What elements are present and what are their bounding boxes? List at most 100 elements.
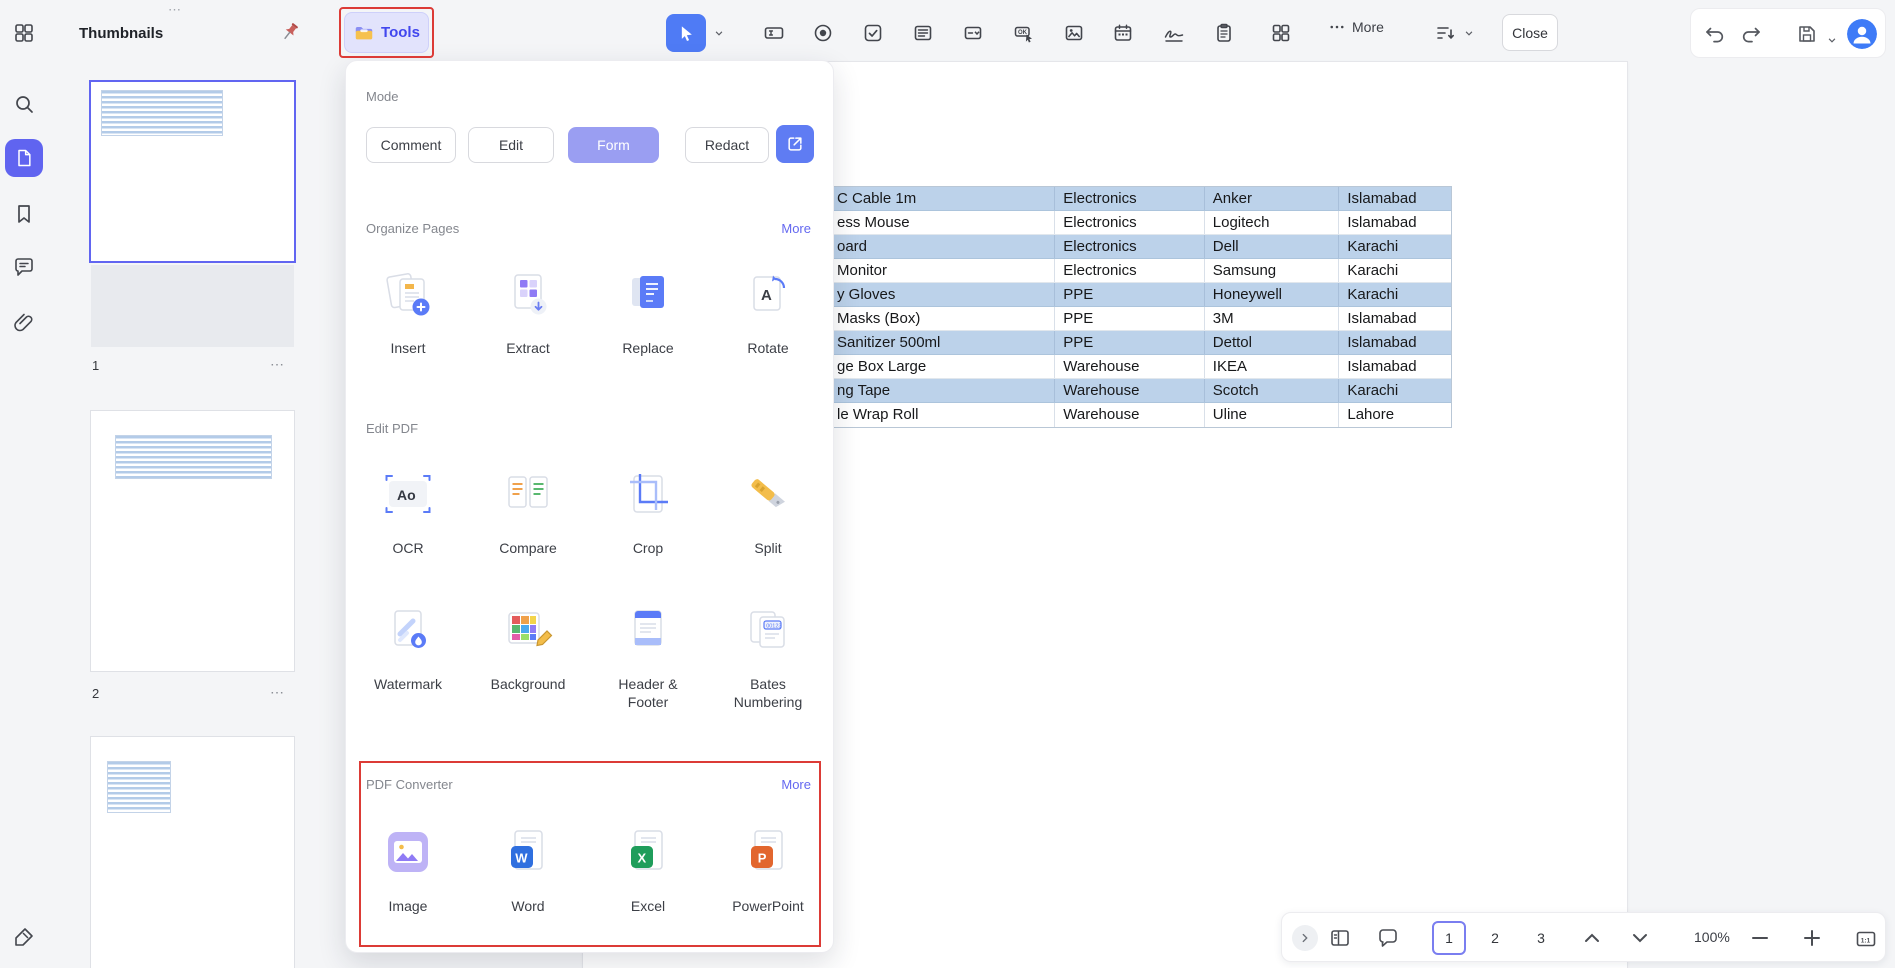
tool-convert-excel[interactable]: X Excel: [588, 824, 708, 916]
more-label: More: [1352, 19, 1384, 35]
extract-icon: [514, 274, 547, 315]
reading-view-icon[interactable]: [1328, 926, 1352, 950]
pdf-converter-title: PDF Converter: [366, 777, 453, 792]
converter-more-link[interactable]: More: [781, 777, 811, 792]
table-cell: Electronics: [1055, 211, 1205, 234]
tool-convert-powerpoint[interactable]: P PowerPoint: [708, 824, 828, 916]
checkbox-icon[interactable]: [861, 21, 885, 45]
page-thumbnail-3[interactable]: [91, 737, 294, 968]
tool-replace[interactable]: Replace: [588, 266, 708, 358]
replace-icon: [632, 276, 664, 308]
table-cell: Warehouse: [1055, 379, 1205, 402]
save-icon[interactable]: [1795, 22, 1819, 46]
date-field-icon[interactable]: [1111, 21, 1135, 45]
comment-bubble-icon[interactable]: [1376, 926, 1400, 950]
close-button[interactable]: Close: [1502, 14, 1558, 51]
text-field-icon[interactable]: [762, 21, 786, 45]
cursor-icon: [681, 26, 692, 41]
table-cell: Anker: [1205, 187, 1340, 210]
rotate-icon: A: [753, 275, 786, 311]
tool-background[interactable]: Background: [468, 602, 588, 711]
table-cell: Warehouse: [1055, 355, 1205, 378]
zoom-in-icon[interactable]: [1800, 926, 1824, 950]
page-button-1[interactable]: 1: [1432, 921, 1466, 955]
table-cell: Logitech: [1205, 211, 1340, 234]
pin-icon[interactable]: [278, 20, 302, 44]
select-tool-chevron-icon[interactable]: [712, 21, 726, 45]
expand-bar-button[interactable]: [1292, 925, 1318, 951]
svg-text:X: X: [638, 851, 647, 866]
mode-form-button[interactable]: Form: [568, 127, 659, 163]
list-box-icon[interactable]: [911, 21, 935, 45]
page-number-1: 1: [92, 358, 100, 373]
tool-extract[interactable]: Extract: [468, 266, 588, 358]
tool-bates-numbering[interactable]: 00123 Bates Numbering: [708, 602, 828, 711]
insert-icon: [386, 273, 430, 316]
mode-edit-button[interactable]: Edit: [468, 127, 554, 163]
ocr-icon: Ao: [385, 475, 431, 513]
combo-box-icon[interactable]: [961, 21, 985, 45]
bookmark-icon[interactable]: [12, 202, 36, 226]
page-2-menu-icon[interactable]: ⋯: [270, 684, 285, 701]
radio-button-icon[interactable]: [811, 21, 835, 45]
zoom-level[interactable]: 100%: [1694, 929, 1730, 945]
tool-convert-image[interactable]: Image: [348, 824, 468, 916]
previous-page-icon[interactable]: [1580, 926, 1604, 950]
grid-fields-icon[interactable]: [1269, 21, 1293, 45]
organize-more-link[interactable]: More: [781, 221, 811, 236]
mode-redact-button[interactable]: Redact: [685, 127, 769, 163]
edit-pdf-grid-row-2: Watermark Background Header & Footer 001…: [348, 602, 834, 711]
next-page-icon[interactable]: [1628, 926, 1652, 950]
thumbnails-panel: ⋯ Thumbnails 1 ⋯ 2 ⋯: [48, 0, 315, 968]
tool-rotate[interactable]: A Rotate: [708, 266, 828, 358]
tool-watermark[interactable]: Watermark: [348, 602, 468, 711]
comments-icon[interactable]: [12, 255, 36, 279]
clipboard-icon[interactable]: [1212, 21, 1236, 45]
tool-ocr[interactable]: Ao OCR: [348, 466, 468, 558]
save-chevron-icon[interactable]: [1825, 28, 1839, 52]
select-tool-button[interactable]: [666, 14, 706, 52]
undo-icon[interactable]: [1703, 22, 1727, 46]
chevron-right-icon: [1302, 933, 1308, 943]
pen-tool-icon[interactable]: [12, 925, 36, 949]
tool-insert[interactable]: Insert: [348, 266, 468, 358]
header-footer-icon: [634, 610, 662, 646]
search-icon[interactable]: [12, 92, 36, 116]
page-1-menu-icon[interactable]: ⋯: [270, 356, 285, 373]
sort-fields-icon[interactable]: [1434, 21, 1458, 45]
table-cell: Karachi: [1347, 238, 1399, 255]
sidebar-item-pages[interactable]: [5, 139, 43, 177]
actual-size-icon[interactable]: 1:1: [1854, 927, 1878, 951]
push-button-icon[interactable]: OK: [1012, 21, 1036, 45]
page-button-3[interactable]: 3: [1524, 921, 1558, 955]
page-button-2[interactable]: 2: [1478, 921, 1512, 955]
table-cell: 3M: [1205, 307, 1340, 330]
edit-pdf-title: Edit PDF: [366, 421, 419, 436]
table-cell: PPE: [1055, 307, 1205, 330]
account-avatar[interactable]: [1847, 19, 1877, 49]
mode-comment-button[interactable]: Comment: [366, 127, 456, 163]
open-external-button[interactable]: [776, 125, 814, 163]
image-field-icon[interactable]: [1062, 21, 1086, 45]
table-cell: Lahore: [1347, 406, 1395, 423]
pdf-converter-grid: Image W Word X Excel P PowerPoint: [348, 824, 834, 916]
panel-handle-icon[interactable]: ⋯: [168, 2, 183, 18]
sort-chevron-icon[interactable]: [1462, 21, 1476, 45]
tool-compare[interactable]: Compare: [468, 466, 588, 558]
table-cell: Islamabad: [1347, 190, 1417, 207]
table-cell: Karachi: [1347, 382, 1399, 399]
tool-header-footer[interactable]: Header & Footer: [588, 602, 708, 711]
tool-convert-word[interactable]: W Word: [468, 824, 588, 916]
tools-button[interactable]: Tools: [344, 12, 429, 53]
attachment-icon[interactable]: [12, 311, 36, 335]
more-tools-button[interactable]: More: [1328, 18, 1384, 36]
page-thumbnail-2[interactable]: [91, 411, 294, 671]
tool-split[interactable]: Split: [708, 466, 828, 558]
svg-text:1:1: 1:1: [1861, 938, 1871, 945]
signature-field-icon[interactable]: [1162, 21, 1186, 45]
open-external-icon: [788, 137, 802, 151]
tool-crop[interactable]: Crop: [588, 466, 708, 558]
page-thumbnail-1[interactable]: [91, 82, 294, 261]
zoom-out-icon[interactable]: [1748, 926, 1772, 950]
redo-icon[interactable]: [1739, 22, 1763, 46]
